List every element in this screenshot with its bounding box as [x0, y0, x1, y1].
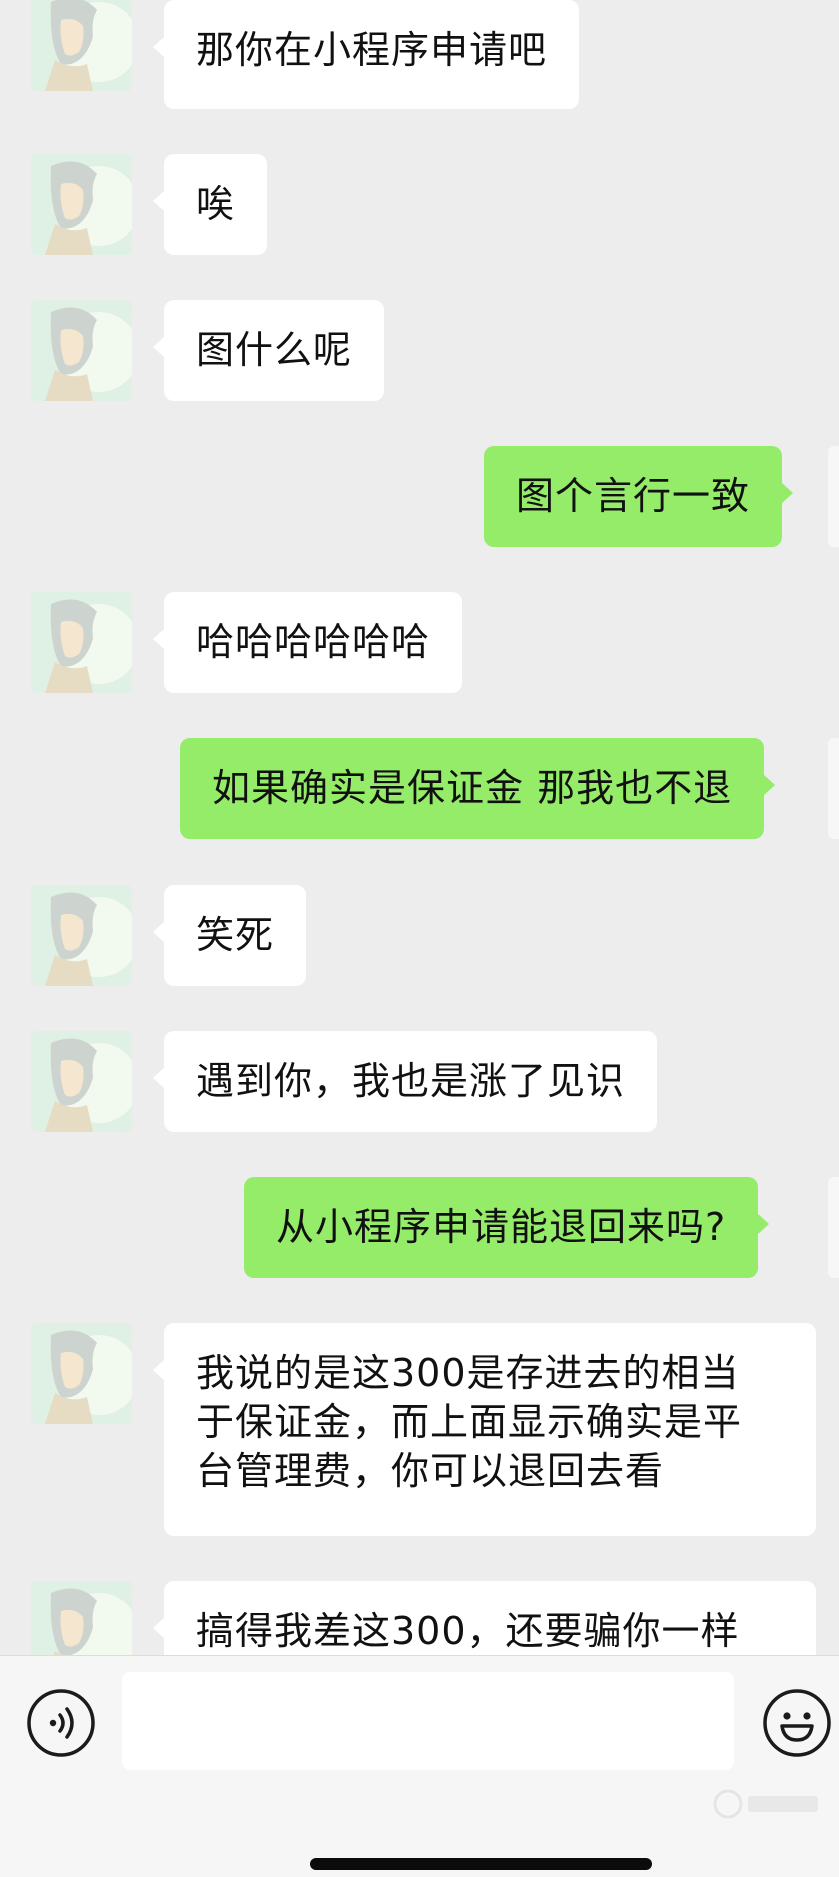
message-bubble-incoming[interactable]: 搞得我差这300，还要骗你一样 [153, 1581, 816, 1655]
message-bubble-incoming[interactable]: 那你在小程序申请吧 [152, 0, 580, 109]
watermark-logo [712, 1786, 827, 1822]
self-avatar[interactable] [828, 738, 839, 839]
message-bubble-outgoing[interactable]: 从小程序申请能退回来吗? [244, 1177, 770, 1278]
voice-icon[interactable] [26, 1688, 96, 1758]
home-indicator-bar[interactable] [310, 1858, 652, 1870]
message-bubble-incoming[interactable]: 我说的是这300是存进去的相当 于保证金，而上面显示确实是平 台管理费，你可以退… [153, 1323, 816, 1536]
contact-avatar[interactable] [31, 0, 132, 91]
message-bubble-outgoing[interactable]: 图个言行一致 [484, 446, 794, 547]
home-indicator[interactable] [0, 1840, 839, 1877]
message-input[interactable] [122, 1672, 734, 1770]
message-bubble-incoming[interactable]: 哈哈哈哈哈哈 [152, 592, 463, 693]
contact-avatar[interactable] [31, 300, 132, 401]
contact-avatar[interactable] [31, 1581, 132, 1655]
chat-message-list[interactable]: 那你在小程序申请吧 唉 图什么呢 图个言行一致 哈哈哈哈哈哈 如果确实是保证金 … [0, 0, 839, 1655]
message-bubble-incoming[interactable]: 遇到你，我也是涨了见识 [152, 1031, 658, 1132]
emoji-icon[interactable] [762, 1688, 832, 1758]
contact-avatar[interactable] [31, 1031, 132, 1132]
message-bubble-incoming[interactable]: 图什么呢 [152, 300, 385, 401]
self-avatar[interactable] [828, 446, 839, 547]
contact-avatar[interactable] [31, 885, 132, 986]
contact-avatar[interactable] [31, 592, 132, 693]
message-bubble-incoming[interactable]: 唉 [152, 154, 268, 255]
contact-avatar[interactable] [31, 1323, 132, 1424]
self-avatar[interactable] [828, 1177, 839, 1278]
message-bubble-incoming[interactable]: 笑死 [152, 885, 307, 986]
contact-avatar[interactable] [31, 154, 132, 255]
message-bubble-outgoing[interactable]: 如果确实是保证金 那我也不退 [180, 738, 776, 839]
